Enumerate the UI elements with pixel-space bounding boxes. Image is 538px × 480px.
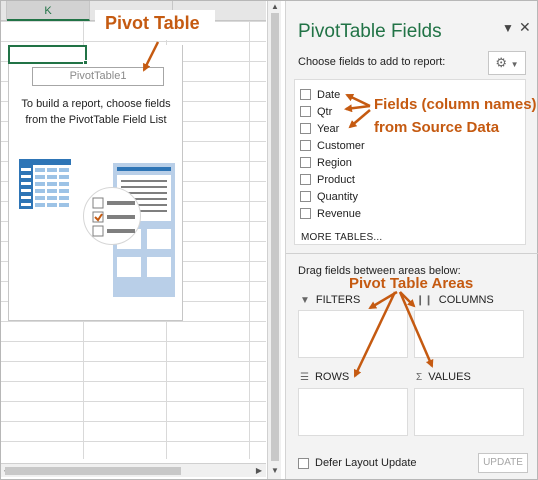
values-label: VALUES: [428, 371, 471, 383]
choose-fields-label: Choose fields to add to report:: [298, 56, 446, 68]
field-label: Qtr: [317, 105, 333, 118]
field-label: Revenue: [317, 207, 362, 220]
defer-label: Defer Layout Update: [315, 457, 417, 469]
scroll-right-icon[interactable]: ▶: [253, 465, 265, 477]
values-drop-area[interactable]: [414, 388, 524, 436]
field-checkbox[interactable]: [300, 123, 311, 134]
pivottable-fields-pane: PivotTable Fields ▼ ✕ Choose fields to a…: [285, 1, 538, 479]
selected-cell[interactable]: [8, 45, 87, 64]
horizontal-scrollbar[interactable]: ◀ ▶: [1, 463, 266, 477]
field-checkbox[interactable]: [300, 89, 311, 100]
checkbox-zoom-illustration-icon: [83, 187, 141, 245]
field-label: Year: [317, 122, 340, 135]
rows-icon: ☰: [300, 371, 309, 383]
field-checkbox[interactable]: [300, 157, 311, 168]
field-label: Product: [317, 173, 355, 186]
columns-area-header: ❙❙ COLUMNS: [416, 294, 494, 306]
pivot-instruction-text: To build a report, choose fields from th…: [21, 98, 171, 126]
field-label: Region: [317, 156, 352, 169]
field-checkbox[interactable]: [300, 106, 311, 117]
columns-icon: ❙❙: [416, 294, 433, 306]
filters-drop-area[interactable]: [298, 310, 408, 358]
field-item-date[interactable]: Date: [300, 86, 340, 103]
pane-divider[interactable]: [286, 253, 538, 254]
field-checkbox[interactable]: [300, 140, 311, 151]
fields-callout-line2: from Source Data: [374, 119, 500, 136]
defer-layout-update[interactable]: Defer Layout Update: [298, 457, 417, 469]
rows-label: ROWS: [314, 371, 350, 383]
fields-callout-line1: Fields (column names): [374, 96, 537, 113]
chevron-down-icon[interactable]: ▼: [502, 21, 514, 35]
columns-label: COLUMNS: [438, 294, 494, 306]
field-item-quantity[interactable]: Quantity: [300, 188, 358, 205]
horizontal-scroll-thumb[interactable]: [5, 467, 181, 475]
field-checkbox[interactable]: [300, 174, 311, 185]
filters-area-header: ▼ FILTERS: [300, 294, 360, 306]
pivot-table-callout: Pivot Table: [105, 13, 200, 33]
field-item-customer[interactable]: Customer: [300, 137, 365, 154]
rows-drop-area[interactable]: [298, 388, 408, 436]
worksheet[interactable]: K PivotTable1 To build a report, choose …: [1, 1, 266, 479]
fill-handle[interactable]: [83, 60, 88, 65]
columns-drop-area[interactable]: [414, 310, 524, 358]
field-item-product[interactable]: Product: [300, 171, 355, 188]
field-item-qtr[interactable]: Qtr: [300, 103, 332, 120]
rows-area-header: ☰ ROWS: [300, 371, 349, 383]
gear-icon: ⚙: [495, 55, 508, 70]
scroll-down-icon[interactable]: ▼: [269, 465, 281, 477]
more-tables-link[interactable]: MORE TABLES...: [301, 232, 382, 243]
defer-checkbox[interactable]: [298, 457, 309, 469]
field-label: Quantity: [317, 190, 358, 203]
close-icon[interactable]: ✕: [519, 19, 531, 36]
values-area-header: Σ VALUES: [416, 371, 471, 383]
areas-callout: Pivot Table Areas: [349, 275, 474, 292]
field-item-region[interactable]: Region: [300, 154, 352, 171]
scroll-up-icon[interactable]: ▲: [269, 1, 281, 13]
chevron-down-icon: ▼: [510, 60, 519, 69]
update-button[interactable]: UPDATE: [478, 453, 528, 473]
field-item-revenue[interactable]: Revenue: [300, 205, 361, 222]
pane-title: PivotTable Fields: [298, 21, 442, 42]
field-label: Customer: [317, 139, 365, 152]
pivot-table-name: PivotTable1: [32, 67, 164, 86]
field-checkbox[interactable]: [300, 191, 311, 202]
vertical-scrollbar[interactable]: ▲ ▼: [267, 1, 281, 479]
filter-icon: ▼: [300, 294, 310, 306]
sigma-icon: Σ: [416, 371, 423, 383]
field-checkbox[interactable]: [300, 208, 311, 219]
table-grid-illustration-icon: [19, 159, 71, 209]
field-item-year[interactable]: Year: [300, 120, 339, 137]
column-header-k[interactable]: K: [7, 1, 90, 21]
field-settings-button[interactable]: ⚙ ▼: [488, 51, 526, 75]
field-label: Date: [317, 88, 341, 101]
vertical-scroll-thumb[interactable]: [271, 13, 279, 461]
filters-label: FILTERS: [315, 294, 361, 306]
